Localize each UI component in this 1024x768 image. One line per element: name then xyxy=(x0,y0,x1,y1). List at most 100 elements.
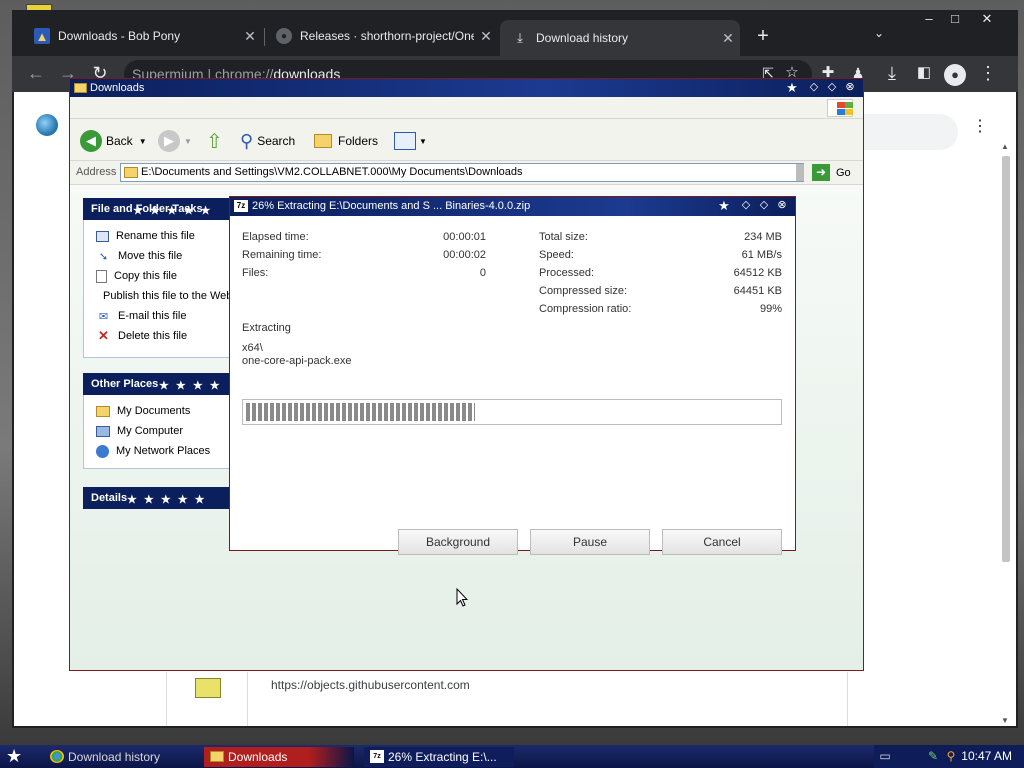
processed-value: 64512 KB xyxy=(733,267,782,279)
maximize-diamond-icon[interactable]: ◇ xyxy=(756,198,772,213)
tab-close-icon[interactable]: ✕ xyxy=(474,28,498,45)
my-network-places-link[interactable]: My Network Places xyxy=(96,441,232,461)
scroll-down-arrow-icon[interactable]: ▼ xyxy=(1001,716,1009,725)
profile-avatar-icon[interactable]: ● xyxy=(944,64,966,86)
close-icon[interactable]: ⊗ xyxy=(774,198,790,213)
taskbar-item-downloads[interactable]: Downloads xyxy=(204,747,354,767)
background-button[interactable]: Background xyxy=(398,529,518,555)
publish-file-link[interactable]: Publish this file to the Web xyxy=(96,286,232,306)
tab-close-icon[interactable]: ✕ xyxy=(716,30,740,47)
back-dropdown-icon[interactable]: ▼ xyxy=(139,137,147,146)
file-tasks-header[interactable]: File and Folder Tasks ★ ★ ★ ★ ★ xyxy=(83,198,233,220)
network-tray-icon[interactable]: ✎ xyxy=(926,749,940,763)
pause-button[interactable]: Pause xyxy=(530,529,650,555)
address-label: Address xyxy=(76,166,117,178)
scroll-up-arrow-icon[interactable]: ▲ xyxy=(1001,142,1009,151)
my-computer-link[interactable]: My Computer xyxy=(96,421,232,441)
address-dropdown-icon[interactable] xyxy=(796,164,804,181)
go-button[interactable]: ➜ Go xyxy=(812,164,851,181)
7zip-taskbar-icon: 7z xyxy=(370,750,384,763)
minimize-icon[interactable]: – xyxy=(916,10,942,30)
search-tray-icon[interactable]: ⚲ xyxy=(944,749,958,763)
folders-button[interactable]: Folders xyxy=(314,129,378,153)
task-label: Publish this file to the Web xyxy=(103,290,232,302)
compressed-size-value: 64451 KB xyxy=(733,285,782,297)
rename-file-link[interactable]: Rename this file xyxy=(96,226,232,246)
my-documents-folder-icon xyxy=(96,405,110,417)
cancel-button[interactable]: Cancel xyxy=(662,529,782,555)
tab-search-chevron-icon[interactable]: ⌄ xyxy=(874,26,884,40)
downloads-icon[interactable]: ⤓ xyxy=(880,62,904,86)
taskbar-item-label: 26% Extracting E:\... xyxy=(388,750,497,764)
maximize-icon[interactable]: □ xyxy=(942,10,968,30)
tab-close-icon[interactable]: ✕ xyxy=(238,28,262,45)
extract-dialog-title-bar[interactable]: 7z 26% Extracting E:\Documents and S ...… xyxy=(230,197,795,216)
remaining-time-label: Remaining time: xyxy=(242,249,322,261)
elapsed-time-value: 00:00:01 xyxy=(443,231,486,243)
copy-file-link[interactable]: Copy this file xyxy=(96,266,232,286)
details-header[interactable]: Details ★ ★ ★ ★ ★ xyxy=(83,487,233,509)
forward-button[interactable]: ▶ ▼ xyxy=(158,129,192,153)
star-icon[interactable]: ★ xyxy=(784,80,800,95)
side-panel-icon[interactable]: ◧ xyxy=(912,62,936,86)
speed-value: 61 MB/s xyxy=(741,249,782,261)
new-tab-button[interactable]: + xyxy=(750,24,776,50)
explorer-title-bar[interactable]: Downloads ★ ◇ ◇ ⊗ xyxy=(70,79,863,97)
star-icon[interactable]: ★ xyxy=(716,198,732,213)
file-tasks-panel: File and Folder Tasks ★ ★ ★ ★ ★ Rename t… xyxy=(83,198,233,358)
email-file-link[interactable]: ✉ E-mail this file xyxy=(96,306,232,326)
tab-bob-pony[interactable]: ▲ Downloads - Bob Pony ✕ xyxy=(22,20,262,52)
download-source-url[interactable]: https://objects.githubusercontent.com xyxy=(271,678,470,692)
stars-decoration-icon: ★ ★ ★ ★ xyxy=(159,380,222,392)
start-star-icon[interactable]: ★ xyxy=(6,746,22,766)
taskbar-item-extracting[interactable]: 7z 26% Extracting E:\... xyxy=(364,747,514,767)
stars-decoration-icon: ★ ★ ★ ★ ★ xyxy=(127,494,207,506)
place-label: My Network Places xyxy=(116,445,211,457)
tab-title: Releases · shorthorn-project/One-C xyxy=(300,29,474,43)
other-places-header[interactable]: Other Places ★ ★ ★ ★ xyxy=(83,373,233,395)
delete-file-link[interactable]: ✕ Delete this file xyxy=(96,326,232,346)
window-close-icon[interactable]: ✕ xyxy=(974,10,1000,30)
tab-title: Downloads - Bob Pony xyxy=(58,29,181,43)
forward-dropdown-icon[interactable]: ▼ xyxy=(184,137,192,146)
views-button[interactable]: ▼ xyxy=(394,129,427,153)
total-size-value: 234 MB xyxy=(744,231,782,243)
system-tray: ▭ ✎ ⚲ 10:47 AM xyxy=(874,745,1024,768)
page-scrollbar-thumb[interactable] xyxy=(1002,156,1010,562)
back-arrow-icon[interactable]: ← xyxy=(24,62,48,86)
tab-strip: ▲ Downloads - Bob Pony ✕ ● Releases · sh… xyxy=(12,10,1018,56)
move-file-link[interactable]: ➘ Move this file xyxy=(96,246,232,266)
downloads-logo-icon xyxy=(36,114,58,136)
task-label: Copy this file xyxy=(114,270,177,282)
processed-label: Processed: xyxy=(539,267,595,279)
search-button[interactable]: ⚲ Search xyxy=(240,129,295,153)
maximize-diamond-icon[interactable]: ◇ xyxy=(824,80,840,95)
chrome-menu-icon[interactable]: ⋮ xyxy=(976,62,1000,86)
files-value: 0 xyxy=(479,267,486,279)
tab-download-history[interactable]: ⤓ Download history ✕ xyxy=(500,20,740,56)
delete-x-icon: ✕ xyxy=(98,328,109,343)
place-label: My Computer xyxy=(117,425,184,437)
keyboard-icon[interactable]: ▭ xyxy=(878,749,892,763)
page-menu-icon[interactable]: ⋮ xyxy=(972,116,988,136)
views-grid-icon xyxy=(394,132,416,150)
extract-dialog-body: Elapsed time: 00:00:01 Remaining time: 0… xyxy=(230,216,795,555)
other-places-panel: Other Places ★ ★ ★ ★ My Documents My Com… xyxy=(83,373,233,469)
extract-progress-dialog: 7z 26% Extracting E:\Documents and S ...… xyxy=(229,196,796,555)
address-value: E:\Documents and Settings\VM2.COLLABNET.… xyxy=(141,166,523,178)
back-button[interactable]: ◀ Back ▼ xyxy=(80,129,147,153)
current-folder: x64\ xyxy=(242,342,263,354)
my-documents-link[interactable]: My Documents xyxy=(96,401,232,421)
minimize-diamond-icon[interactable]: ◇ xyxy=(738,198,754,213)
files-label: Files: xyxy=(242,267,269,279)
close-icon[interactable]: ⊗ xyxy=(842,80,858,95)
taskbar-item-download-history[interactable]: Download history xyxy=(44,747,194,767)
folders-label: Folders xyxy=(338,134,379,148)
up-folder-button[interactable]: ⇧ xyxy=(206,129,223,153)
address-input[interactable]: E:\Documents and Settings\VM2.COLLABNET.… xyxy=(120,163,804,182)
email-icon: ✉ xyxy=(98,310,109,323)
tab-releases[interactable]: ● Releases · shorthorn-project/One-C ✕ xyxy=(264,20,498,52)
views-dropdown-icon: ▼ xyxy=(419,136,427,146)
chrome-taskbar-icon xyxy=(50,750,64,763)
minimize-diamond-icon[interactable]: ◇ xyxy=(806,80,822,95)
